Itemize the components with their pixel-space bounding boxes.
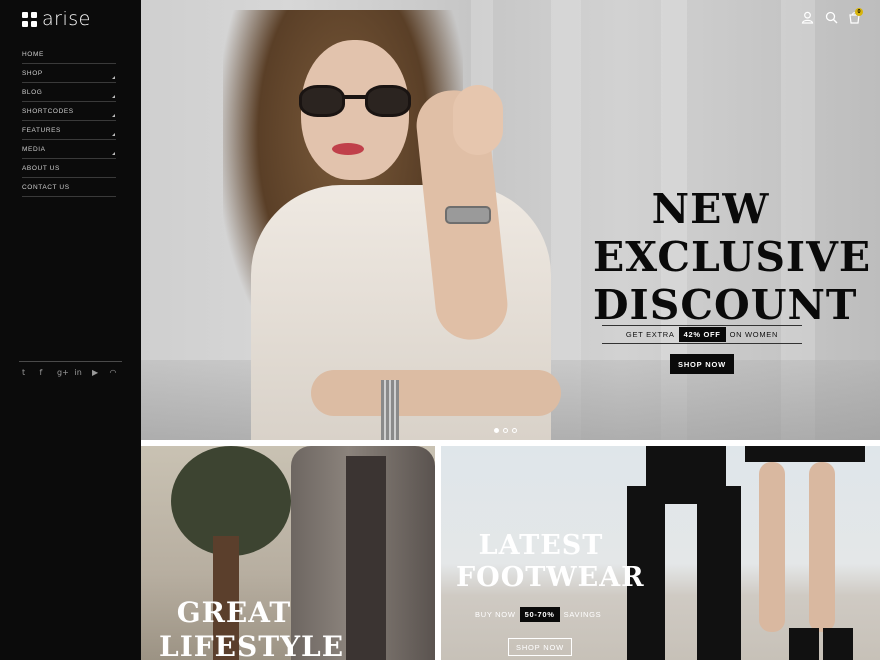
- slider-dot[interactable]: [494, 428, 499, 433]
- banner-title-line: LATEST: [478, 530, 604, 561]
- menu-item-blog[interactable]: BLOG: [22, 83, 116, 102]
- submenu-arrow-icon: [112, 95, 115, 98]
- slider-dot[interactable]: [503, 428, 508, 433]
- menu-item-shop[interactable]: SHOP: [22, 64, 116, 83]
- sunglasses: [299, 85, 411, 119]
- banner-title-line: FOOTWEAR: [456, 562, 645, 593]
- banner-title-line: LIFESTYLE: [159, 630, 345, 660]
- submenu-arrow-icon: [112, 133, 115, 136]
- bracelet: [381, 380, 399, 440]
- brand-logo[interactable]: arise: [22, 9, 91, 29]
- menu-item-label: MEDIA: [22, 145, 46, 153]
- hero-title: NEW EXCLUSIVE DISCOUNT: [593, 185, 872, 329]
- user-icon[interactable]: [801, 11, 814, 24]
- menu-item-label: SHORTCODES: [22, 107, 74, 115]
- lifestyle-banner[interactable]: GREAT LIFESTYLE: [141, 446, 435, 660]
- hero-title-line: NEW: [651, 185, 770, 233]
- main-menu: HOME SHOP BLOG SHORTCODES FEATURES MEDIA…: [22, 45, 116, 197]
- hero-title-line: EXCLUSIVE: [593, 233, 872, 281]
- offer-prefix: BUY NOW: [475, 609, 516, 619]
- menu-item-shortcodes[interactable]: SHORTCODES: [22, 102, 116, 121]
- footwear-offer: BUY NOW 50-70% SAVINGS: [475, 606, 601, 622]
- google-plus-icon[interactable]: g+: [57, 366, 75, 378]
- menu-item-label: BLOG: [22, 88, 43, 96]
- banner-title-line: GREAT: [176, 596, 292, 629]
- submenu-arrow-icon: [112, 76, 115, 79]
- menu-item-label: SHOP: [22, 69, 43, 77]
- offer-suffix: SAVINGS: [563, 609, 602, 619]
- youtube-icon[interactable]: ▶: [92, 366, 110, 378]
- menu-item-label: FEATURES: [22, 126, 61, 134]
- twitter-icon[interactable]: t: [22, 366, 40, 378]
- footwear-title: LATEST FOOTWEAR: [456, 530, 645, 594]
- menu-item-label: HOME: [22, 50, 44, 58]
- menu-item-contact-us[interactable]: CONTACT US: [22, 178, 116, 197]
- submenu-arrow-icon: [112, 152, 115, 155]
- slider-dot[interactable]: [512, 428, 517, 433]
- slider-pagination: [494, 428, 517, 433]
- hero-shop-now-button[interactable]: SHOP NOW: [670, 354, 734, 374]
- cart-count-badge: 0: [855, 8, 863, 16]
- logo-icon: [22, 11, 37, 27]
- menu-item-label: CONTACT US: [22, 183, 70, 191]
- brand-name: arise: [42, 8, 91, 30]
- hero-title-line: DISCOUNT: [593, 281, 858, 329]
- social-links: t f g+ in ▶ ◠: [22, 366, 127, 378]
- menu-item-about-us[interactable]: ABOUT US: [22, 159, 116, 178]
- hero-model-image: [181, 0, 561, 440]
- footwear-banner[interactable]: LATEST FOOTWEAR BUY NOW 50-70% SAVINGS S…: [441, 446, 880, 660]
- hero-slider: NEW EXCLUSIVE DISCOUNT GET EXTRA 42% OFF…: [141, 0, 880, 440]
- search-icon[interactable]: [825, 11, 838, 24]
- offer-badge: 50-70%: [519, 606, 560, 622]
- footwear-shop-now-button[interactable]: SHOP NOW: [508, 638, 572, 656]
- sidebar: arise HOME SHOP BLOG SHORTCODES FEATURES…: [0, 0, 141, 660]
- submenu-arrow-icon: [112, 114, 115, 117]
- menu-item-media[interactable]: MEDIA: [22, 140, 116, 159]
- offer-badge: 42% OFF: [678, 327, 726, 342]
- facebook-icon[interactable]: f: [40, 366, 58, 378]
- menu-item-label: ABOUT US: [22, 164, 60, 172]
- hero-offer: GET EXTRA 42% OFF ON WOMEN: [602, 325, 802, 344]
- offer-suffix: ON WOMEN: [729, 330, 779, 339]
- social-divider: [19, 361, 122, 362]
- rss-icon[interactable]: ◠: [110, 366, 128, 378]
- offer-prefix: GET EXTRA: [625, 330, 675, 339]
- lifestyle-title: GREAT LIFESTYLE: [159, 596, 345, 660]
- wristwatch: [445, 206, 491, 224]
- linkedin-icon[interactable]: in: [75, 366, 93, 378]
- menu-item-home[interactable]: HOME: [22, 45, 116, 64]
- menu-item-features[interactable]: FEATURES: [22, 121, 116, 140]
